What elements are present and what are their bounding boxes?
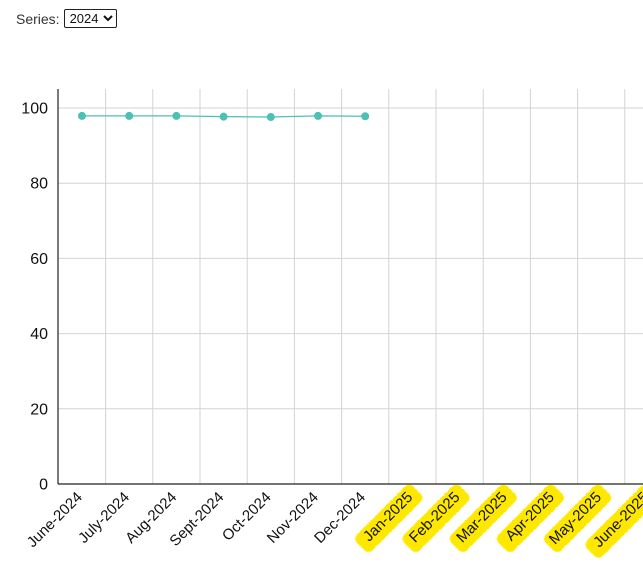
y-tick-label: 100 — [21, 101, 48, 118]
y-tick-label: 20 — [30, 401, 48, 418]
data-point — [219, 112, 228, 121]
axes-layer — [57, 89, 643, 485]
y-tick-label: 0 — [39, 477, 48, 494]
y-tick-label: 40 — [30, 326, 48, 343]
line-chart: 020406080100June-2024July-2024Aug-2024Se… — [21, 89, 643, 558]
data-point — [125, 111, 134, 120]
y-tick-label: 80 — [30, 176, 48, 193]
x-tick-label: June-2024 — [24, 489, 86, 551]
data-point — [172, 111, 181, 120]
data-point — [314, 111, 322, 120]
data-point — [361, 112, 370, 121]
grid-layer — [58, 89, 643, 484]
y-tick-label: 60 — [30, 251, 48, 268]
data-point — [78, 111, 86, 120]
data-point — [266, 113, 275, 122]
series-layer — [78, 111, 370, 122]
tick-layer: 020406080100June-2024July-2024Aug-2024Se… — [21, 101, 643, 551]
